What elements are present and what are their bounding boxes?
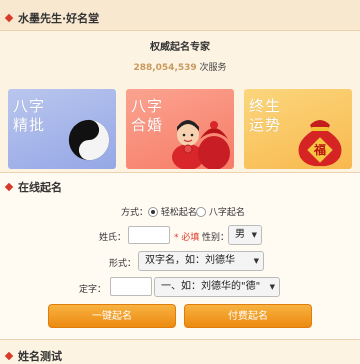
- name-test-header: 姓名测试: [0, 348, 360, 364]
- lucky-bag-icon: [298, 120, 342, 167]
- gender-label: 性别：: [202, 233, 230, 243]
- banner-title: 八字 合婚: [131, 97, 163, 135]
- dropdown-arrow-icon: ▼: [253, 257, 259, 265]
- top-bar: 水墨先生·好名堂: [0, 0, 360, 31]
- banner-title: 八字 精批: [13, 97, 45, 135]
- surname-label: 姓氏：: [98, 233, 126, 243]
- diamond-icon: [4, 351, 14, 361]
- banner-line2: 合婚: [131, 116, 164, 134]
- method-label: 方式：: [120, 208, 148, 218]
- paid-naming-button[interactable]: 付费起名: [184, 304, 312, 328]
- fixed-char-input[interactable]: [110, 277, 152, 296]
- section-title: 姓名测试: [18, 350, 62, 363]
- method-easy-option[interactable]: 轻松起名: [148, 205, 197, 218]
- fixed-position-select[interactable]: 一、如：刘德华的"德" ▼: [154, 277, 280, 297]
- service-count-line: 288,054,539 次服务: [0, 60, 360, 73]
- banner-line1: 终生: [249, 97, 282, 115]
- online-naming-header: 在线起名: [0, 179, 360, 195]
- form-value: 双字名，如：刘德华: [145, 255, 235, 266]
- bride-groom-icon: [172, 120, 230, 169]
- surname-input[interactable]: [128, 226, 170, 244]
- method-bazi-label: 八字起名: [208, 208, 245, 218]
- quick-naming-button[interactable]: 一键起名: [48, 304, 176, 328]
- radio-icon[interactable]: [196, 206, 206, 217]
- lucky-character: 福: [313, 143, 326, 157]
- banner-line1: 八字: [13, 97, 46, 115]
- form-select[interactable]: 双字名，如：刘德华 ▼: [138, 251, 264, 271]
- banner-title: 终生 运势: [249, 97, 281, 135]
- radio-selected-icon[interactable]: [148, 206, 158, 217]
- method-easy-label: 轻松起名: [160, 208, 197, 218]
- banner-marriage-match[interactable]: 八字 合婚: [126, 89, 234, 169]
- method-bazi-option[interactable]: 八字起名: [196, 205, 245, 218]
- diamond-icon: [4, 182, 14, 192]
- gender-value: 男: [235, 229, 245, 240]
- required-note: * 必填: [174, 233, 200, 243]
- section-title: 在线起名: [18, 181, 62, 194]
- banner-line2: 精批: [13, 116, 46, 134]
- banner-lifetime-fortune[interactable]: 终生 运势 福: [244, 89, 352, 169]
- fixed-char-label: 定字：: [78, 285, 106, 295]
- expert-title: 权威起名专家: [150, 42, 210, 53]
- site-title: 水墨先生·好名堂: [18, 12, 100, 25]
- service-count: 288,054,539: [133, 63, 197, 73]
- diamond-icon: [4, 13, 14, 23]
- form-label: 形式：: [108, 259, 136, 269]
- banner-bazi-reading[interactable]: 八字 精批: [8, 89, 116, 169]
- yin-yang-icon: [68, 119, 110, 161]
- gender-select[interactable]: 男 ▼: [228, 225, 262, 245]
- banner-line2: 运势: [249, 116, 282, 134]
- site-header: 水墨先生·好名堂: [0, 10, 360, 26]
- dropdown-arrow-icon: ▼: [269, 283, 275, 291]
- banner-line1: 八字: [131, 97, 164, 115]
- service-suffix: 次服务: [199, 63, 227, 73]
- dropdown-arrow-icon: ▼: [251, 231, 257, 239]
- fixed-position-value: 一、如：刘德华的"德": [161, 281, 261, 292]
